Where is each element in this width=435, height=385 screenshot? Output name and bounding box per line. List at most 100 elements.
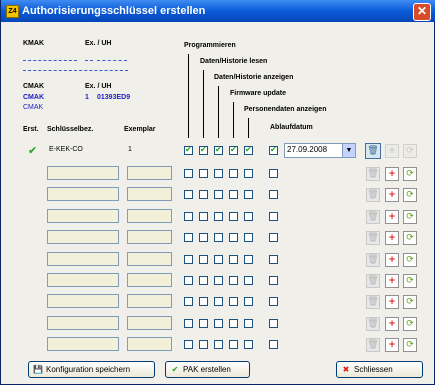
row-1-perm-5-checkbox[interactable] bbox=[244, 169, 253, 178]
row-9-perm-5-checkbox[interactable] bbox=[244, 340, 253, 349]
row-3-perm-3-checkbox[interactable] bbox=[214, 212, 223, 221]
row-2-perm-5-checkbox[interactable] bbox=[244, 190, 253, 199]
row-9-key-name-field[interactable] bbox=[47, 337, 119, 351]
row-6-plus-icon[interactable]: + bbox=[385, 274, 399, 288]
row-5-key-name-field[interactable] bbox=[47, 252, 119, 266]
row-7-exemplar-field[interactable] bbox=[127, 294, 172, 308]
row-0-perm-firmware-checkbox[interactable] bbox=[229, 145, 238, 155]
row-6-perm-5-checkbox[interactable] bbox=[244, 276, 253, 285]
row-3-plus-icon[interactable]: + bbox=[385, 210, 399, 224]
row-8-perm-2-checkbox[interactable] bbox=[199, 319, 208, 328]
row-7-perm-4-checkbox[interactable] bbox=[229, 297, 238, 306]
row-8-trash-icon[interactable]: 🗑 bbox=[366, 317, 380, 331]
row-6-expiry-checkbox[interactable] bbox=[269, 276, 278, 285]
row-5-perm-1-checkbox[interactable] bbox=[184, 255, 193, 264]
row-2-plus-icon[interactable]: + bbox=[385, 188, 399, 202]
row-9-perm-2-checkbox[interactable] bbox=[199, 340, 208, 349]
row-9-exemplar-field[interactable] bbox=[127, 337, 172, 351]
row-5-refresh-icon[interactable]: ⟳ bbox=[403, 253, 417, 267]
row-1-expiry-checkbox[interactable] bbox=[269, 169, 278, 178]
row-3-perm-1-checkbox[interactable] bbox=[184, 212, 193, 221]
row-9-plus-icon[interactable]: + bbox=[385, 338, 399, 352]
row-6-perm-4-checkbox[interactable] bbox=[229, 276, 238, 285]
row-7-expiry-checkbox[interactable] bbox=[269, 297, 278, 306]
row-7-perm-1-checkbox[interactable] bbox=[184, 297, 193, 306]
row-1-exemplar-field[interactable] bbox=[127, 166, 172, 180]
row-5-perm-5-checkbox[interactable] bbox=[244, 255, 253, 264]
row-9-refresh-icon[interactable]: ⟳ bbox=[403, 338, 417, 352]
row-8-expiry-checkbox[interactable] bbox=[269, 319, 278, 328]
row-9-perm-1-checkbox[interactable] bbox=[184, 340, 193, 349]
row-8-perm-4-checkbox[interactable] bbox=[229, 319, 238, 328]
row-2-expiry-checkbox[interactable] bbox=[269, 190, 278, 199]
row-8-exemplar-field[interactable] bbox=[127, 316, 172, 330]
row-8-plus-icon[interactable]: + bbox=[385, 317, 399, 331]
row-7-key-name-field[interactable] bbox=[47, 294, 119, 308]
row-8-perm-5-checkbox[interactable] bbox=[244, 319, 253, 328]
row-1-plus-icon[interactable]: + bbox=[385, 167, 399, 181]
row-0-plus-icon[interactable]: + bbox=[385, 144, 399, 158]
row-6-exemplar-field[interactable] bbox=[127, 273, 172, 287]
row-4-perm-4-checkbox[interactable] bbox=[229, 233, 238, 242]
row-0-trash-icon[interactable]: 🗑 bbox=[365, 143, 381, 159]
row-3-trash-icon[interactable]: 🗑 bbox=[366, 210, 380, 224]
row-7-perm-3-checkbox[interactable] bbox=[214, 297, 223, 306]
row-3-perm-4-checkbox[interactable] bbox=[229, 212, 238, 221]
row-5-expiry-checkbox[interactable] bbox=[269, 255, 278, 264]
row-8-perm-3-checkbox[interactable] bbox=[214, 319, 223, 328]
row-2-perm-1-checkbox[interactable] bbox=[184, 190, 193, 199]
save-config-button[interactable]: 💾 Konfiguration speichern bbox=[28, 361, 155, 378]
row-7-perm-2-checkbox[interactable] bbox=[199, 297, 208, 306]
row-4-exemplar-field[interactable] bbox=[127, 230, 172, 244]
row-2-perm-2-checkbox[interactable] bbox=[199, 190, 208, 199]
row-0-perm-personendaten-checkbox[interactable] bbox=[244, 145, 253, 155]
row-3-exemplar-field[interactable] bbox=[127, 209, 172, 223]
row-0-perm-historie-lesen-checkbox[interactable] bbox=[199, 145, 208, 155]
row-3-key-name-field[interactable] bbox=[47, 209, 119, 223]
row-9-trash-icon[interactable]: 🗑 bbox=[366, 338, 380, 352]
row-2-perm-4-checkbox[interactable] bbox=[229, 190, 238, 199]
row-2-key-name-field[interactable] bbox=[47, 187, 119, 201]
row-9-perm-4-checkbox[interactable] bbox=[229, 340, 238, 349]
row-2-refresh-icon[interactable]: ⟳ bbox=[403, 188, 417, 202]
row-1-trash-icon[interactable]: 🗑 bbox=[366, 167, 380, 181]
row-4-perm-1-checkbox[interactable] bbox=[184, 233, 193, 242]
row-6-key-name-field[interactable] bbox=[47, 273, 119, 287]
row-9-perm-3-checkbox[interactable] bbox=[214, 340, 223, 349]
chevron-down-icon[interactable]: ▼ bbox=[342, 144, 355, 157]
row-4-perm-2-checkbox[interactable] bbox=[199, 233, 208, 242]
row-3-perm-5-checkbox[interactable] bbox=[244, 212, 253, 221]
row-2-exemplar-field[interactable] bbox=[127, 187, 172, 201]
row-1-refresh-icon[interactable]: ⟳ bbox=[403, 167, 417, 181]
row-2-trash-icon[interactable]: 🗑 bbox=[366, 188, 380, 202]
close-button[interactable]: ✖ Schliessen bbox=[336, 361, 423, 378]
row-9-expiry-checkbox[interactable] bbox=[269, 340, 278, 349]
row-4-expiry-checkbox[interactable] bbox=[269, 233, 278, 242]
row-6-perm-2-checkbox[interactable] bbox=[199, 276, 208, 285]
row-5-perm-4-checkbox[interactable] bbox=[229, 255, 238, 264]
row-5-trash-icon[interactable]: 🗑 bbox=[366, 253, 380, 267]
row-8-perm-1-checkbox[interactable] bbox=[184, 319, 193, 328]
create-pak-button[interactable]: ✔ PAK erstellen bbox=[165, 361, 250, 378]
row-1-perm-2-checkbox[interactable] bbox=[199, 169, 208, 178]
row-7-trash-icon[interactable]: 🗑 bbox=[366, 295, 380, 309]
row-4-plus-icon[interactable]: + bbox=[385, 231, 399, 245]
row-4-trash-icon[interactable]: 🗑 bbox=[366, 231, 380, 245]
row-4-refresh-icon[interactable]: ⟳ bbox=[403, 231, 417, 245]
row-3-expiry-checkbox[interactable] bbox=[269, 212, 278, 221]
row-0-date-picker[interactable]: 27.09.2008 ▼ bbox=[284, 143, 356, 158]
row-7-plus-icon[interactable]: + bbox=[385, 295, 399, 309]
row-1-perm-3-checkbox[interactable] bbox=[214, 169, 223, 178]
row-6-perm-1-checkbox[interactable] bbox=[184, 276, 193, 285]
row-5-exemplar-field[interactable] bbox=[127, 252, 172, 266]
row-7-refresh-icon[interactable]: ⟳ bbox=[403, 295, 417, 309]
row-5-perm-3-checkbox[interactable] bbox=[214, 255, 223, 264]
row-1-perm-4-checkbox[interactable] bbox=[229, 169, 238, 178]
title-bar[interactable]: Z4 Authorisierungsschlüssel erstellen ✕ bbox=[1, 0, 435, 22]
row-2-perm-3-checkbox[interactable] bbox=[214, 190, 223, 199]
window-close-button[interactable]: ✕ bbox=[413, 3, 431, 21]
row-4-key-name-field[interactable] bbox=[47, 230, 119, 244]
row-4-perm-5-checkbox[interactable] bbox=[244, 233, 253, 242]
row-5-plus-icon[interactable]: + bbox=[385, 253, 399, 267]
row-6-perm-3-checkbox[interactable] bbox=[214, 276, 223, 285]
